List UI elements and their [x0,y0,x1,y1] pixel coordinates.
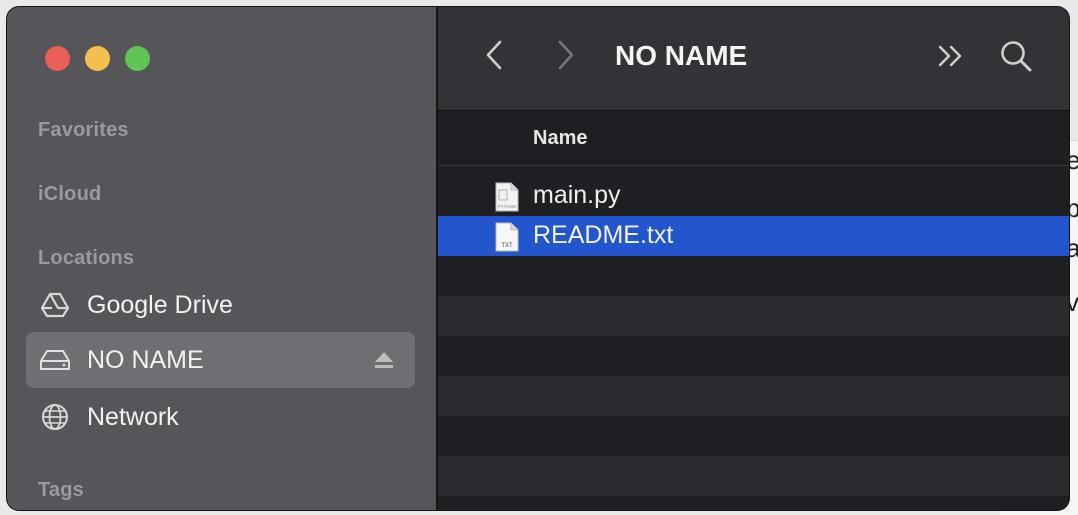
zoom-window-button[interactable] [125,46,150,71]
eject-icon[interactable] [373,350,395,370]
main-pane: NO NAME Name PYTHON main.py TXT README.t… [438,7,1069,510]
empty-row [438,256,1069,296]
globe-icon [40,402,70,432]
file-badge: TXT [501,243,513,249]
sidebar-item-label: Network [87,402,179,431]
window-title: NO NAME [615,40,748,71]
finder-window: Favorites iCloud Locations Google Drive [7,7,1069,510]
minimize-window-button[interactable] [85,46,110,71]
toolbar: NO NAME [438,7,1069,111]
empty-row [438,416,1069,456]
name-column-header[interactable]: Name [533,127,587,150]
search-icon [999,39,1033,78]
python-file-icon: PYTHON [495,182,519,212]
back-button[interactable] [480,39,508,75]
google-drive-icon [40,290,70,320]
chevron-left-icon [485,40,503,75]
sidebar-section-tags[interactable]: Tags [38,479,84,502]
sidebar-section-icloud[interactable]: iCloud [38,183,101,206]
empty-row [438,456,1069,496]
search-button[interactable] [998,40,1034,76]
forward-button[interactable] [552,39,580,75]
sidebar-section-locations[interactable]: Locations [38,247,134,270]
file-name: README.txt [533,221,674,249]
sidebar-section-favorites[interactable]: Favorites [38,119,129,142]
empty-row [438,296,1069,336]
chevron-right-icon [557,40,575,75]
sidebar-item-label: NO NAME [87,345,204,374]
sidebar-item-no-name[interactable]: NO NAME [26,332,415,388]
close-window-button[interactable] [45,46,70,71]
column-header-bar: Name [438,111,1069,166]
file-badge: PYTHON [498,204,517,209]
file-row-main-py[interactable]: PYTHON main.py [438,176,1069,216]
sidebar-item-google-drive[interactable]: Google Drive [26,277,415,333]
double-chevron-right-icon [937,44,965,73]
sidebar-item-network[interactable]: Network [26,389,415,445]
sidebar-item-label: Google Drive [87,290,233,319]
empty-row [438,376,1069,416]
empty-row [438,336,1069,376]
external-drive-icon [40,345,70,375]
file-name: main.py [533,181,621,209]
text-file-icon: TXT [495,222,519,252]
file-row-readme-txt[interactable]: TXT README.txt [438,216,1069,256]
sidebar: Favorites iCloud Locations Google Drive [7,7,438,510]
more-toolbar-items-button[interactable] [936,43,966,73]
